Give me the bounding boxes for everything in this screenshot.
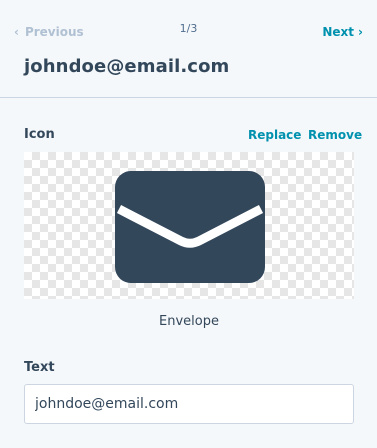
next-button[interactable]: Next › xyxy=(322,25,363,39)
envelope-icon xyxy=(115,171,265,283)
replace-link[interactable]: Replace xyxy=(248,128,301,142)
header-divider xyxy=(0,97,377,98)
chevron-right-icon: › xyxy=(358,25,363,39)
icon-name-caption: Envelope xyxy=(159,314,219,329)
text-input[interactable] xyxy=(24,384,354,424)
remove-link[interactable]: Remove xyxy=(308,128,362,142)
page-title: johndoe@email.com xyxy=(24,56,230,77)
top-navigation: ‹ Previous 1/3 Next › xyxy=(0,0,377,50)
text-field-label: Text xyxy=(24,360,55,375)
pager-indicator: 1/3 xyxy=(179,22,198,35)
icon-section-label: Icon xyxy=(24,127,55,142)
next-label: Next xyxy=(322,25,355,39)
icon-preview xyxy=(24,152,354,299)
